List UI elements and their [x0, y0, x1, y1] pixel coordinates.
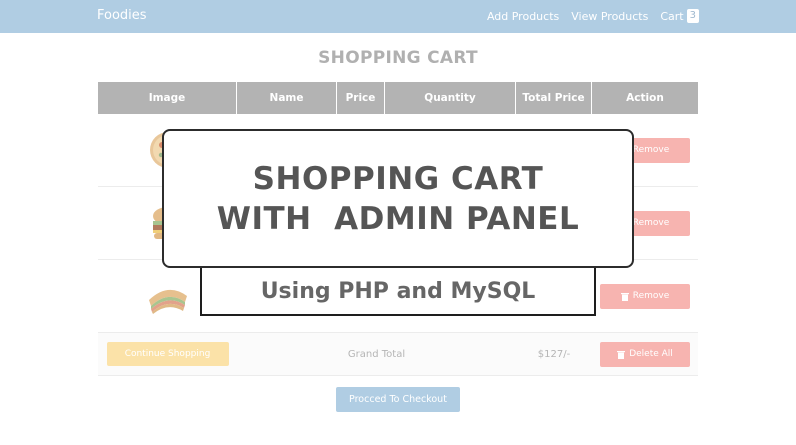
nav-add-products[interactable]: Add Products: [487, 10, 559, 23]
page-title: SHOPPING CART: [318, 48, 478, 68]
header-price: Price: [337, 82, 385, 114]
remove-button[interactable]: Remove: [600, 283, 690, 309]
nav-view-products[interactable]: View Products: [571, 10, 648, 23]
continue-shopping-button[interactable]: Continue Shopping: [106, 342, 229, 366]
header-total-price: Total Price: [516, 82, 592, 114]
title-banner: SHOPPING CART WITH ADMIN PANEL: [162, 129, 634, 268]
cart-count-badge: 3: [686, 9, 699, 23]
banner-subtitle: Using PHP and MySQL: [260, 278, 536, 304]
remove-label: Remove: [632, 145, 670, 155]
grand-total-value: $127/-: [537, 348, 571, 360]
nav-links: Add Products View Products Cart 3: [487, 9, 699, 23]
banner-title-line-1: SHOPPING CART: [252, 160, 544, 197]
header-quantity: Quantity: [385, 82, 516, 114]
sandwich-icon: [148, 289, 187, 314]
cart-label: Cart: [660, 9, 684, 23]
brand-logo[interactable]: Foodies: [97, 8, 147, 23]
table-footer-row: Continue Shopping Grand Total $127/- Del…: [98, 333, 698, 376]
remove-label: Remove: [632, 218, 670, 228]
header-image: Image: [98, 82, 237, 114]
delete-all-button[interactable]: Delete All: [600, 341, 690, 367]
checkout-button[interactable]: Procced To Checkout: [336, 387, 460, 412]
header-action: Action: [626, 92, 664, 104]
header-name: Name: [237, 82, 337, 114]
remove-label: Remove: [632, 291, 670, 301]
subtitle-banner: Using PHP and MySQL: [200, 268, 596, 316]
grand-total-label: Grand Total: [347, 348, 406, 360]
nav-cart[interactable]: Cart 3: [660, 9, 699, 23]
navbar: Foodies Add Products View Products Cart …: [0, 0, 796, 33]
trash-icon: [620, 292, 629, 301]
trash-icon: [617, 350, 626, 359]
banner-title-line-2: WITH ADMIN PANEL: [216, 200, 580, 237]
table-header: Image Name Price Quantity Total Price Ac…: [98, 82, 698, 114]
delete-all-label: Delete All: [629, 349, 673, 359]
